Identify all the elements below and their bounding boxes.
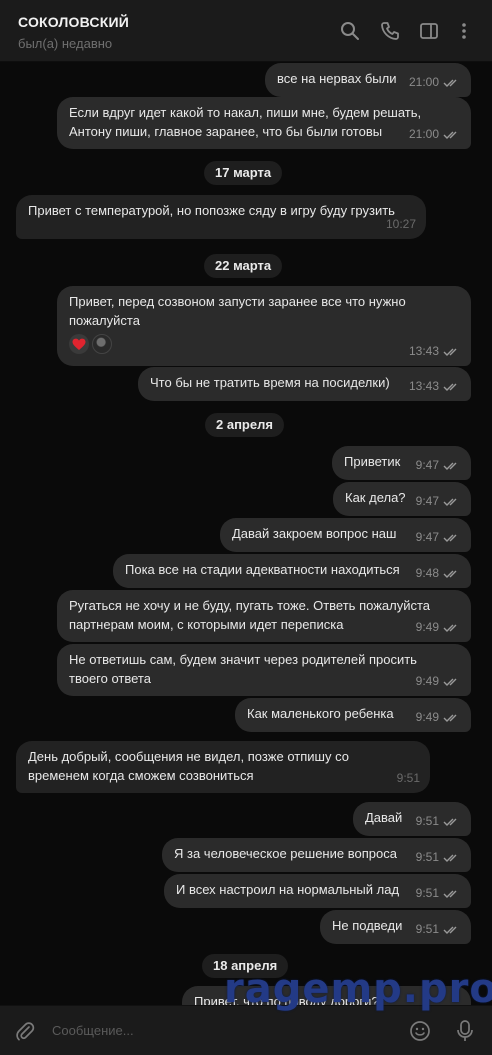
message-text: Пока все на стадии адекватности находить… [125,562,400,577]
message-time: 21:00 [408,127,439,141]
message-bubble[interactable]: Привет, перед созвоном запусти заранее в… [57,286,471,366]
message-text: Привет, перед созвоном запусти заранее в… [69,294,406,328]
phone-icon[interactable] [379,20,401,42]
message-time: 9:47 [415,530,439,544]
read-ticks-icon [443,678,457,686]
watermark-text: ragemp.pro [224,966,492,1012]
message-time: 9:51 [415,886,439,900]
message-time: 9:47 [415,494,439,508]
message-time: 9:48 [415,566,439,580]
search-icon[interactable] [339,20,361,42]
message-bubble[interactable]: Что бы не тратить время на посиделки) 13… [138,367,471,401]
date-separator: 17 марта [204,161,283,185]
message-bubble[interactable]: Если вдруг идет какой то накал, пиши мне… [57,97,471,149]
message-bubble[interactable]: все на нервах были 21:00 [265,63,471,97]
message-bubble[interactable]: Приветик 9:47 [332,446,471,480]
read-ticks-icon [443,131,457,139]
message-time: 13:43 [408,344,439,358]
sidebar-icon[interactable] [418,20,440,42]
message-time: 9:49 [415,674,439,688]
message-time: 10:27 [385,217,416,231]
chat-title[interactable]: СОКОЛОВСКИЙ [18,14,129,30]
date-separator: 22 марта [204,254,283,278]
message-reactions[interactable] [69,334,459,354]
message-time: 9:51 [415,850,439,864]
read-ticks-icon [443,534,457,542]
message-composer: Сообщение... [0,1005,492,1055]
message-time: 9:51 [396,771,420,785]
chat-header: СОКОЛОВСКИЙ был(а) недавно [0,0,492,62]
message-text: День добрый, сообщения не видел, позже о… [28,749,349,783]
read-ticks-icon [443,714,457,722]
read-ticks-icon [443,383,457,391]
message-text: Если вдруг идет какой то накал, пиши мне… [69,105,422,139]
message-bubble[interactable]: Как дела? 9:47 [333,482,471,516]
read-ticks-icon [443,498,457,506]
read-ticks-icon [443,890,457,898]
read-ticks-icon [443,570,457,578]
read-ticks-icon [443,624,457,632]
message-time: 9:49 [415,710,439,724]
read-ticks-icon [443,79,457,87]
more-icon[interactable] [453,20,475,42]
message-time: 9:51 [415,922,439,936]
message-time: 9:51 [415,814,439,828]
read-ticks-icon [443,926,457,934]
heart-reaction-icon[interactable] [69,334,89,354]
message-time: 9:49 [415,620,439,634]
message-bubble[interactable]: Пока все на стадии адекватности находить… [113,554,471,588]
message-bubble[interactable]: Давай закроем вопрос наш 9:47 [220,518,471,552]
last-seen-status: был(а) недавно [18,36,113,51]
message-bubble[interactable]: Ругаться не хочу и не буду, пугать тоже.… [57,590,471,642]
message-bubble[interactable]: И всех настроил на нормальный лад 9:51 [164,874,471,908]
read-ticks-icon [443,854,457,862]
read-ticks-icon [443,462,457,470]
message-bubble[interactable]: Не ответишь сам, будем значит через роди… [57,644,471,696]
message-time: 9:47 [415,458,439,472]
read-ticks-icon [443,818,457,826]
reactor-avatar [92,334,112,354]
message-input[interactable]: Сообщение... [52,1020,352,1042]
message-bubble[interactable]: День добрый, сообщения не видел, позже о… [16,741,430,793]
attach-icon[interactable] [14,1020,36,1042]
message-text: Привет с температурой, но попозже сяду в… [28,203,395,218]
message-bubble[interactable]: Давай 9:51 [353,802,471,836]
message-list[interactable]: все на нервах были 21:00 Если вдруг идет… [0,62,492,1005]
message-bubble[interactable]: Не подведи 9:51 [320,910,471,944]
message-time: 21:00 [408,75,439,89]
mic-icon[interactable] [454,1019,476,1043]
message-bubble[interactable]: Я за человеческое решение вопроса 9:51 [162,838,471,872]
read-ticks-icon [443,348,457,356]
message-bubble[interactable]: Как маленького ребенка 9:49 [235,698,471,732]
date-separator: 2 апреля [205,413,284,437]
emoji-icon[interactable] [408,1019,432,1043]
message-time: 13:43 [408,379,439,393]
message-bubble[interactable]: Привет с температурой, но попозже сяду в… [16,195,426,239]
message-text: Ругаться не хочу и не буду, пугать тоже.… [69,598,431,632]
message-text: Не ответишь сам, будем значит через роди… [69,652,417,686]
